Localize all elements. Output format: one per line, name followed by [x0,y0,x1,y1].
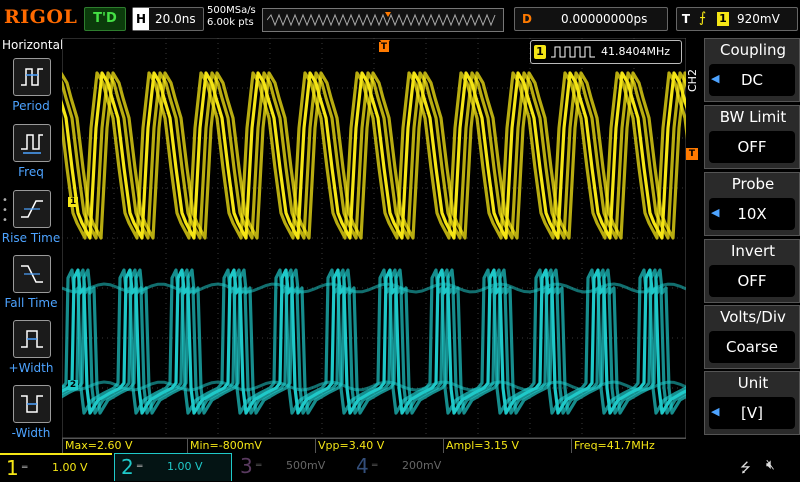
menu-invert[interactable]: Invert OFF [704,239,800,303]
ch2-coupling-icon: ═ [137,462,143,472]
measurement-bar: Max=2.60 V Min=-800mV Vpp=3.40 V Ampl=3.… [62,438,686,453]
measure-neg-width[interactable]: -Width [0,385,62,449]
channel-menu: Coupling DC ◀ BW Limit OFF Probe 10X ◀ I… [704,38,800,438]
trigger-marker[interactable]: T [379,42,389,52]
menu-bw-limit[interactable]: BW Limit OFF [704,105,800,169]
unit-title: Unit [737,374,769,392]
fall-time-icon[interactable] [13,255,51,293]
measure-fall-time[interactable]: Fall Time [0,255,62,319]
ch2-scale: 1.00 V [167,460,203,473]
waveform-display[interactable]: 1 41.8404MHz [62,38,686,438]
ch3-tab[interactable]: 3 ═ 500mV [234,453,346,480]
acquisition-info: 500MSa/s 6.00k pts [207,5,256,29]
speaker-muted-icon[interactable]: 🔇︎ [766,457,775,473]
ch1-number: 1 [6,456,19,480]
neg-width-icon[interactable] [13,385,51,423]
trigger-level: 920mV [737,12,780,26]
trigger-settings[interactable]: T ⨍ 1 920mV [676,7,798,31]
measure-pos-width-label: +Width [8,361,54,375]
probe-value: 10X [709,198,795,230]
sample-rate: 500MSa/s [207,5,256,16]
ch1-tab[interactable]: 1 ═ 1.00 V [0,453,112,482]
memory-waveform [267,12,496,27]
panel-title: Horizontal [2,38,64,52]
menu-probe[interactable]: Probe 10X ◀ [704,172,800,236]
measurement-vpp[interactable]: Vpp=3.40 V [315,438,443,453]
ch4-scale: 200mV [402,459,442,472]
usb-icon: ⭍ [740,461,751,476]
menu-coupling[interactable]: Coupling DC ◀ [704,38,800,102]
ch2-tab[interactable]: 2 ═ 1.00 V [114,453,232,481]
trigger-status-badge: T'D [84,7,126,31]
trigger-source-badge: 1 [717,12,729,26]
bw-limit-value: OFF [709,131,795,163]
coupling-value: DC [709,64,795,96]
trigger-level-arrow: T [686,148,698,160]
freq-icon[interactable] [13,124,51,162]
ch4-tab[interactable]: 4 ═ 200mV [350,453,462,480]
rising-edge-icon: ⨍ [699,10,707,26]
measure-fall-time-label: Fall Time [4,296,58,310]
delay-key: D [522,12,532,26]
freq-counter-value: 41.8404MHz [601,45,671,58]
rigol-logo: RIGOL [4,6,78,28]
probe-select-arrow-icon: ◀ [711,206,720,219]
measure-rise-time[interactable]: Rise Time [0,190,62,254]
unit-select-arrow-icon: ◀ [711,405,720,418]
waveform-grid [62,38,686,438]
volts-div-value: Coarse [709,331,795,363]
measure-freq-label: Freq [18,165,44,179]
period-icon[interactable] [13,58,51,96]
square-wave-icon [551,46,595,58]
memory-depth: 6.00k pts [207,17,254,28]
measurement-min[interactable]: Min=-800mV [187,438,315,453]
ch1-offset-marker[interactable]: 1 [68,197,78,207]
freq-counter-channel: 1 [534,45,546,59]
timebase-value: 20.0ns [155,12,196,26]
top-status-bar: RIGOL T'D H 20.0ns 500MSa/s 6.00k pts D … [0,0,800,38]
measure-period-label: Period [12,99,50,113]
invert-value: OFF [709,265,795,297]
ch1-coupling-icon: ═ [22,463,28,473]
horizontal-key: H [133,8,149,30]
measure-neg-width-label: -Width [11,426,51,440]
measure-period[interactable]: Period [0,58,62,122]
volts-div-title: Volts/Div [720,308,786,326]
coupling-select-arrow-icon: ◀ [711,72,720,85]
measure-pos-width[interactable]: +Width [0,320,62,384]
menu-volts-div[interactable]: Volts/Div Coarse [704,305,800,369]
ch3-scale: 500mV [286,459,326,472]
bw-limit-title: BW Limit [719,108,787,126]
pos-width-icon[interactable] [13,320,51,358]
horizontal-delay[interactable]: D 0.00000000ps [514,7,668,31]
measure-freq[interactable]: Freq [0,124,62,188]
ch4-coupling-icon: ═ [372,461,378,471]
ch2-number: 2 [121,455,134,479]
invert-title: Invert [730,242,776,260]
memory-overview-strip[interactable] [262,8,504,32]
probe-title: Probe [731,175,775,193]
ch2-offset-marker[interactable]: 2 [68,380,78,390]
measurement-ampl[interactable]: Ampl=3.15 V [443,438,571,453]
ch1-scale: 1.00 V [52,461,88,474]
ch2-waveform [62,268,686,415]
channel-status-bar: 1 ═ 1.00 V 2 ═ 1.00 V 3 ═ 500mV 4 ═ 200m… [0,453,800,482]
frequency-counter: 1 41.8404MHz [530,40,682,64]
menu-unit[interactable]: Unit [V] ◀ [704,371,800,435]
rise-time-icon[interactable] [13,190,51,228]
ch3-coupling-icon: ═ [256,461,262,471]
ch3-number: 3 [240,454,253,478]
menu-channel-tag: CH2 [686,69,699,93]
unit-value: [V] [709,397,795,429]
trigger-key: T [681,12,691,26]
delay-value: 0.00000000ps [561,12,648,26]
measurement-freq[interactable]: Freq=41.7MHz [571,438,686,453]
coupling-title: Coupling [719,41,787,59]
ch4-number: 4 [356,454,369,478]
horizontal-measure-panel: Horizontal Period Freq • • • Rise Time Fal… [0,38,64,440]
measurement-max[interactable]: Max=2.60 V [62,438,187,453]
measure-rise-time-label: Rise Time [1,231,61,245]
horizontal-timebase[interactable]: H 20.0ns [132,7,204,31]
